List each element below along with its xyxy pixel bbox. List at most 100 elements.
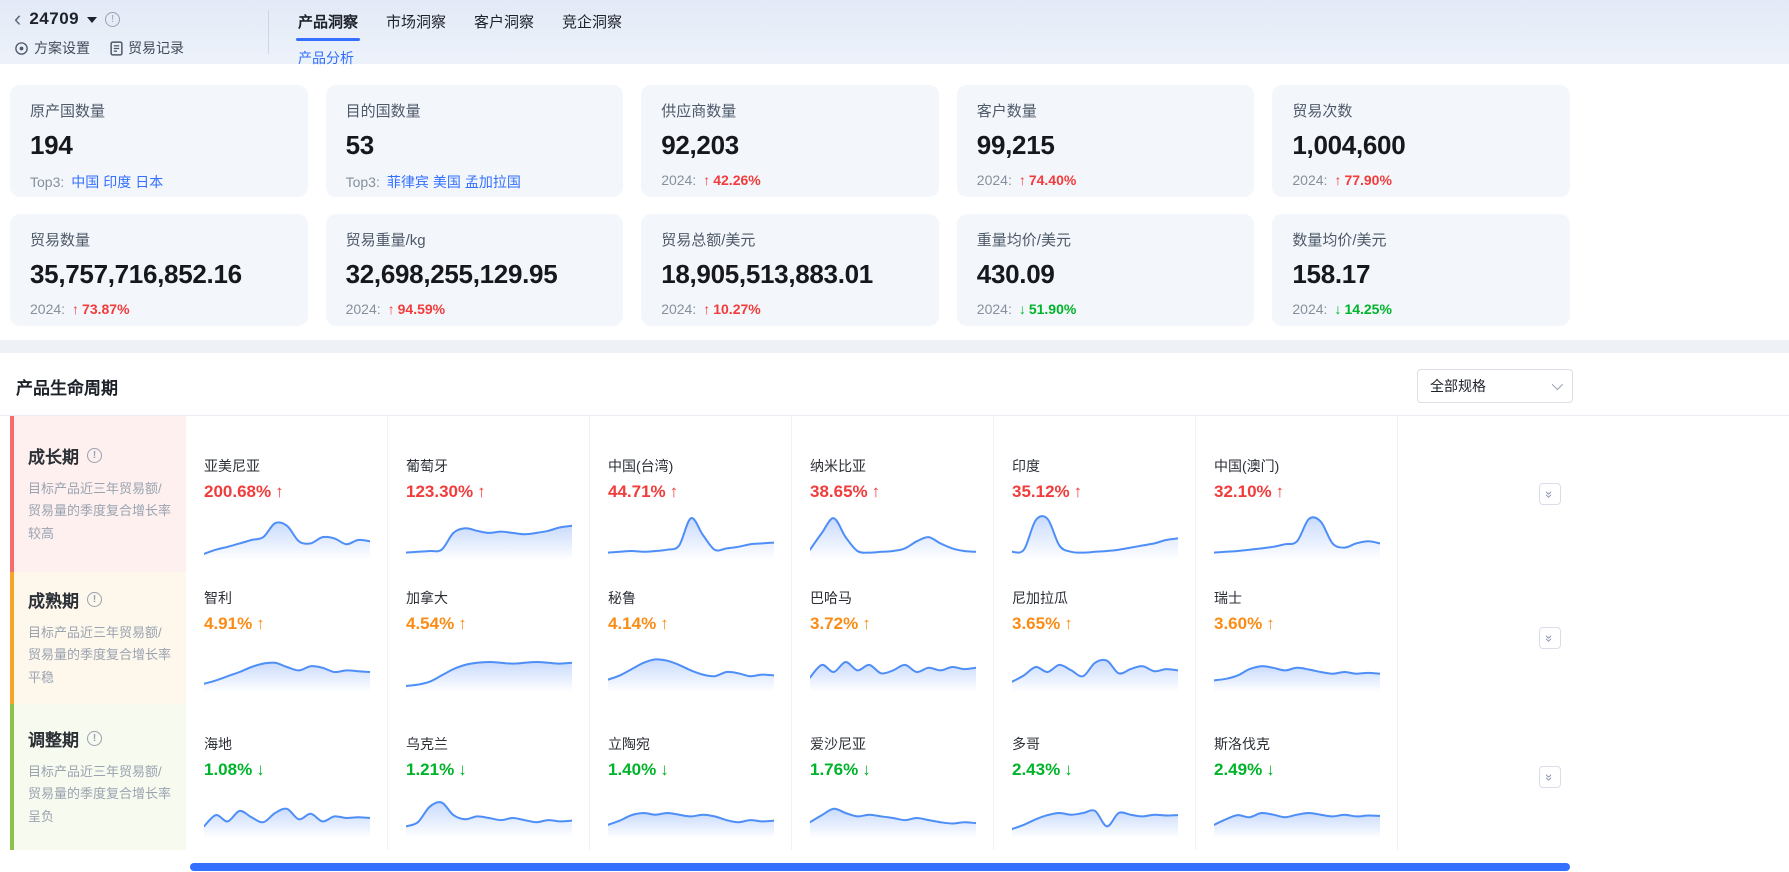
tab-product-insight[interactable]: 产品洞察 — [298, 11, 358, 41]
info-icon[interactable]: ! — [105, 12, 120, 27]
tab-customer-insight[interactable]: 客户洞察 — [474, 11, 534, 41]
yoy-delta: ↓51.90% — [1019, 301, 1076, 317]
country-trend-cell: 爱沙尼亚1.76%↓ — [792, 704, 994, 850]
stat-label: 客户数量 — [977, 100, 1235, 121]
yoy-year-label: 2024: — [346, 301, 381, 317]
arrow-up-icon: ↑ — [256, 614, 265, 634]
stat-value: 92,203 — [661, 130, 919, 161]
growth-value: 2.49% — [1214, 760, 1262, 780]
yoy-pct: 10.27% — [713, 301, 760, 317]
stat-value: 194 — [30, 130, 288, 161]
country-trend-cell: 亚美尼亚200.68%↑ — [186, 416, 388, 572]
country-label: 纳米比亚 — [810, 456, 975, 476]
arrow-up-icon: ↑ — [1019, 172, 1026, 188]
growth-rate: 35.12%↑ — [1012, 482, 1177, 502]
top3-link[interactable]: 美国 — [433, 174, 461, 190]
arrow-down-icon: ↓ — [458, 760, 467, 780]
expand-row-button[interactable]: » — [1539, 627, 1561, 649]
country-label: 加拿大 — [406, 588, 571, 608]
tab-market-insight[interactable]: 市场洞察 — [386, 11, 446, 41]
stat-card: 目的国数量53Top3:菲律宾美国孟加拉国 — [326, 85, 624, 197]
top3-link[interactable]: 印度 — [103, 174, 131, 190]
growth-value: 123.30% — [406, 482, 473, 502]
target-icon — [14, 41, 29, 56]
lifecycle-title: 产品生命周期 — [16, 374, 118, 399]
expand-row-button[interactable]: » — [1539, 483, 1561, 505]
top3-link[interactable]: 日本 — [135, 174, 163, 190]
stat-value: 32,698,255,129.95 — [346, 259, 604, 290]
country-label: 海地 — [204, 734, 369, 754]
lifecycle-rows: 成长期!目标产品近三年贸易额/贸易量的季度复合增长率较高亚美尼亚200.68%↑… — [10, 416, 1789, 850]
plan-settings-button[interactable]: 方案设置 — [14, 38, 90, 58]
spec-filter-select[interactable]: 全部规格 — [1417, 369, 1573, 403]
stat-value: 53 — [346, 130, 604, 161]
stage-info-icon[interactable]: ! — [87, 448, 102, 463]
stage-info-icon[interactable]: ! — [87, 592, 102, 607]
back-icon[interactable]: ‹ — [14, 10, 21, 28]
country-label: 尼加拉瓜 — [1012, 588, 1177, 608]
tab-competitor-insight[interactable]: 竞企洞察 — [562, 11, 622, 41]
plan-id-dropdown[interactable]: 24709 — [29, 9, 79, 29]
arrow-down-icon: ↓ — [862, 760, 871, 780]
yoy-year-label: 2024: — [30, 301, 65, 317]
growth-value: 3.60% — [1214, 614, 1262, 634]
sparkline-chart — [204, 642, 369, 692]
stats-row-2: 贸易数量35,757,716,852.162024:↑73.87%贸易重量/kg… — [10, 214, 1570, 326]
top3-link[interactable]: 菲律宾 — [387, 174, 429, 190]
growth-value: 3.72% — [810, 614, 858, 634]
growth-value: 4.91% — [204, 614, 252, 634]
growth-value: 200.68% — [204, 482, 271, 502]
growth-rate: 2.43%↓ — [1012, 760, 1177, 780]
country-trend-cell: 智利4.91%↑ — [186, 572, 388, 704]
double-chevron-down-icon: » — [1543, 634, 1556, 641]
stat-value: 99,215 — [977, 130, 1235, 161]
arrow-down-icon: ↓ — [256, 760, 265, 780]
arrow-down-icon: ↓ — [1334, 301, 1341, 317]
horizontal-scrollbar[interactable] — [190, 863, 1570, 871]
sparkline-chart — [1214, 642, 1379, 692]
sparkline-chart — [1012, 788, 1177, 838]
stage-info-icon[interactable]: ! — [87, 731, 102, 746]
growth-value: 1.21% — [406, 760, 454, 780]
country-trend-cell: 多哥 2.43%↓ — [994, 704, 1196, 850]
growth-value: 38.65% — [810, 482, 868, 502]
arrow-up-icon: ↑ — [703, 301, 710, 317]
growth-value: 44.71% — [608, 482, 666, 502]
yoy-year-label: 2024: — [1292, 301, 1327, 317]
yoy-delta: ↓14.25% — [1334, 301, 1391, 317]
top3-link[interactable]: 中国 — [71, 174, 99, 190]
growth-value: 1.40% — [608, 760, 656, 780]
trade-records-button[interactable]: 贸易记录 — [110, 38, 184, 58]
yoy-delta: ↑10.27% — [703, 301, 760, 317]
growth-value: 2.43% — [1012, 760, 1060, 780]
country-trend-cell: 中国(台湾)44.71%↑ — [590, 416, 792, 572]
stat-value: 430.09 — [977, 259, 1235, 290]
growth-rate: 4.54%↑ — [406, 614, 571, 634]
sparkline-chart — [1214, 788, 1379, 838]
country-trend-cell: 秘鲁4.14%↑ — [590, 572, 792, 704]
subtab-product-analysis[interactable]: 产品分析 — [298, 48, 622, 68]
caret-down-icon[interactable] — [87, 17, 97, 28]
sparkline-chart — [1012, 510, 1177, 560]
stage-description: 目标产品近三年贸易额/贸易量的季度复合增长率平稳 — [28, 622, 172, 689]
growth-rate: 1.40%↓ — [608, 760, 773, 780]
growth-rate: 1.76%↓ — [810, 760, 975, 780]
stat-footer: 2024:↑74.40% — [977, 172, 1235, 188]
country-label: 多哥 — [1012, 734, 1177, 754]
country-trend-cell: 加拿大 4.54%↑ — [388, 572, 590, 704]
expand-row-button[interactable]: » — [1539, 766, 1561, 788]
arrow-up-icon: ↑ — [72, 301, 79, 317]
stat-footer: 2024:↑73.87% — [30, 301, 288, 317]
stage-label: 成长期 — [28, 443, 79, 468]
lifecycle-charts: 亚美尼亚200.68%↑葡萄牙123.30%↑中国(台湾)44.71%↑纳米比亚… — [186, 416, 1573, 572]
top3-link[interactable]: 孟加拉国 — [465, 174, 521, 190]
growth-rate: 1.08%↓ — [204, 760, 369, 780]
arrow-up-icon: ↑ — [1276, 482, 1285, 502]
sparkline-chart — [810, 510, 975, 560]
yoy-delta: ↑94.59% — [388, 301, 445, 317]
country-label: 秘鲁 — [608, 588, 773, 608]
stat-footer: Top3:中国印度日本 — [30, 172, 288, 192]
yoy-year-label: 2024: — [977, 301, 1012, 317]
stat-footer: 2024: ↓14.25% — [1292, 301, 1550, 317]
stage-label: 成熟期 — [28, 587, 79, 612]
